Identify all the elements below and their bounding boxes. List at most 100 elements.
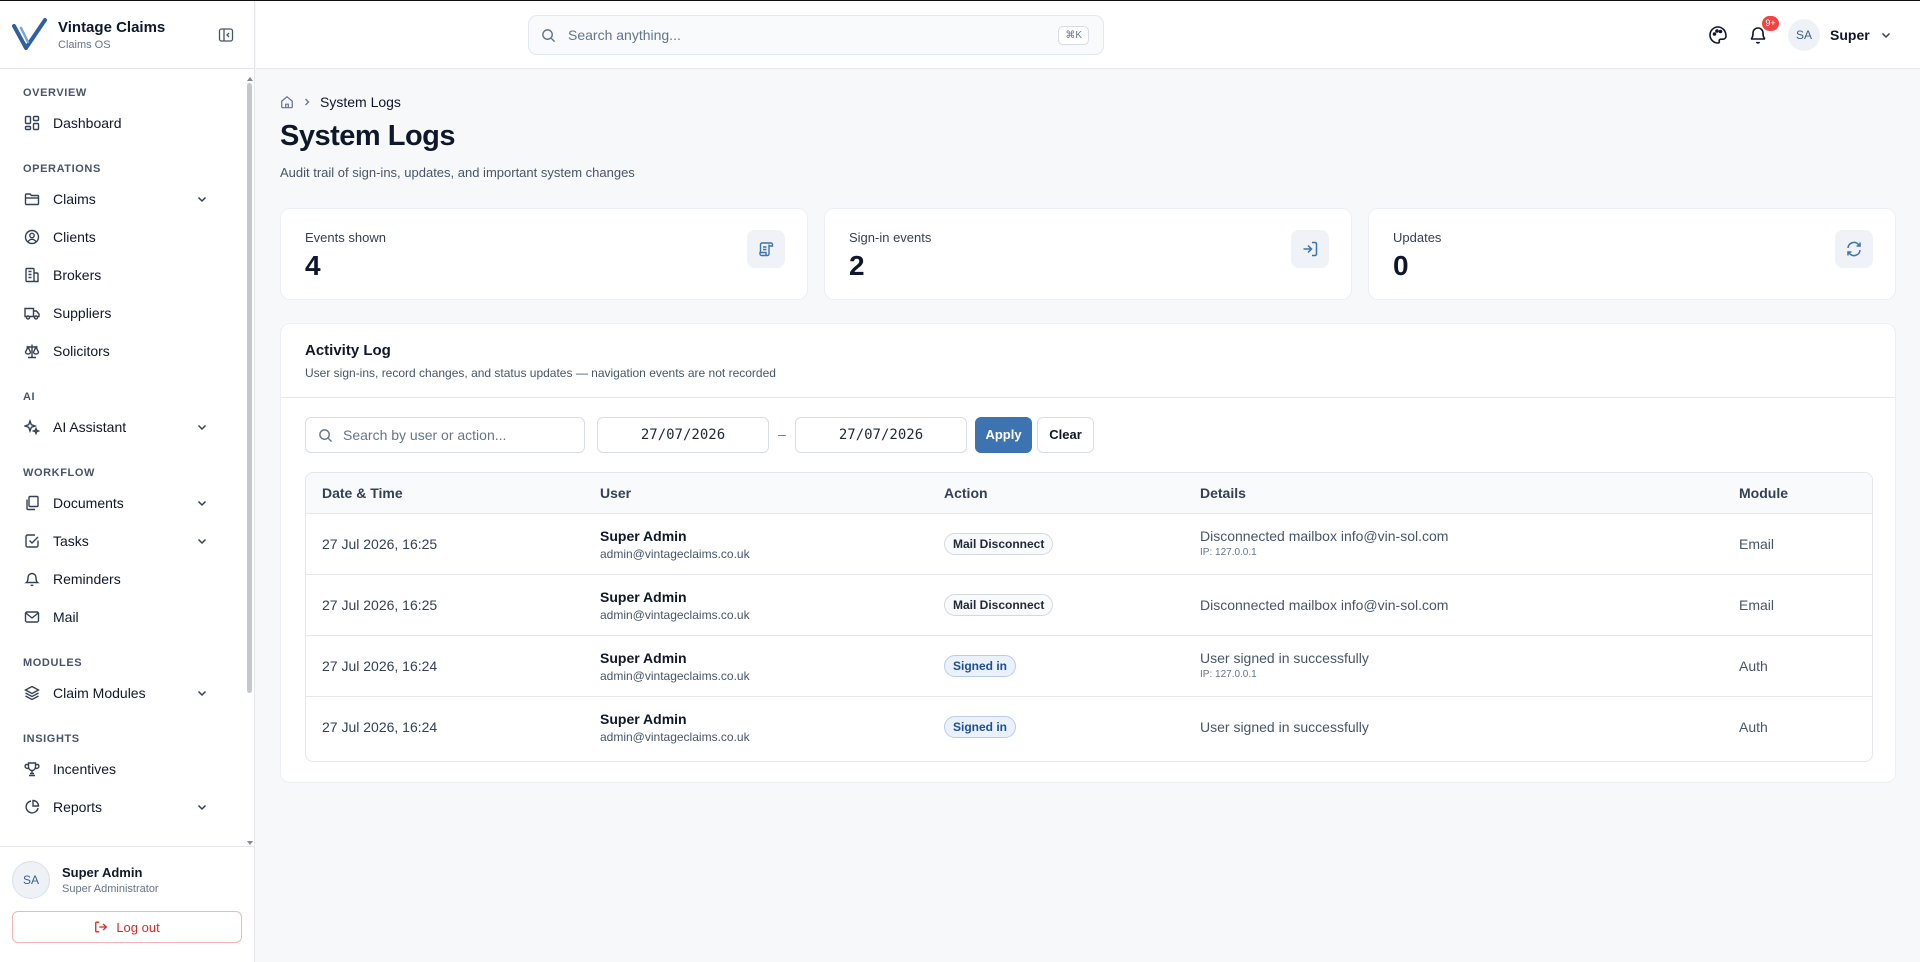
nav-section-insights: INSIGHTS: [23, 733, 80, 745]
sidebar-scrollbar[interactable]: [246, 77, 253, 845]
stat-label: Updates: [1393, 230, 1442, 245]
sidebar: Vintage Claims Claims OS OVERVIEW Dashbo…: [0, 1, 255, 962]
pie-chart-icon: [23, 798, 41, 816]
column-header-datetime[interactable]: Date & Time: [322, 485, 403, 501]
sparkles-icon: [23, 418, 41, 436]
brand[interactable]: Vintage Claims Claims OS: [0, 1, 254, 69]
apply-button[interactable]: Apply: [975, 417, 1032, 453]
sidebar-item-documents[interactable]: Documents: [0, 484, 244, 522]
home-icon[interactable]: [280, 95, 294, 109]
chevron-down-icon[interactable]: [196, 193, 208, 205]
log-search-input[interactable]: Search by user or action...: [305, 417, 585, 453]
page-title: System Logs: [280, 120, 456, 152]
collapse-sidebar-icon[interactable]: [218, 27, 234, 43]
search-icon: [542, 28, 556, 42]
action-badge: Mail Disconnect: [944, 594, 1054, 616]
cell-user-name: Super Admin: [600, 589, 687, 605]
stat-card-sign-in-events: Sign-in events 2: [824, 208, 1352, 300]
sidebar-nav: OVERVIEW Dashboard OPERATIONS Claims Cli…: [0, 70, 244, 845]
sidebar-item-label: Brokers: [53, 267, 102, 283]
table-row[interactable]: 27 Jul 2026, 16:25 Super Admin admin@vin…: [306, 575, 1872, 636]
cell-user: Super Admin admin@vintageclaims.co.uk: [600, 589, 750, 622]
sidebar-item-reports[interactable]: Reports: [0, 788, 244, 826]
cell-module: Email: [1739, 536, 1775, 552]
stat-label: Sign-in events: [849, 230, 932, 245]
sidebar-user[interactable]: SA Super Admin Super Administrator: [12, 861, 242, 899]
search-shortcut-badge: ⌘K: [1058, 26, 1089, 45]
stat-value: 4: [305, 250, 321, 281]
sidebar-item-label: Documents: [53, 495, 124, 511]
chevron-down-icon[interactable]: [196, 535, 208, 547]
sidebar-item-solicitors[interactable]: Solicitors: [0, 332, 244, 370]
chevron-down-icon[interactable]: [196, 801, 208, 813]
global-search-input[interactable]: Search anything... ⌘K: [528, 15, 1104, 55]
cell-datetime: 27 Jul 2026, 16:24: [322, 719, 438, 735]
date-range-separator: –: [778, 426, 786, 442]
building-icon: [23, 266, 41, 284]
sidebar-item-clients[interactable]: Clients: [0, 218, 244, 256]
table-row[interactable]: 27 Jul 2026, 16:24 Super Admin admin@vin…: [306, 697, 1872, 758]
clear-button[interactable]: Clear: [1037, 417, 1094, 453]
cell-user-name: Super Admin: [600, 711, 687, 727]
layers-icon: [23, 684, 41, 702]
cell-details-text: Disconnected mailbox info@vin-sol.com: [1200, 597, 1449, 613]
cell-details-ip: IP: 127.0.0.1: [1200, 669, 1257, 680]
breadcrumb-current: System Logs: [320, 94, 401, 110]
cell-user-name: Super Admin: [600, 650, 687, 666]
scroll-down-arrow[interactable]: [247, 841, 253, 845]
cell-user-name: Super Admin: [600, 528, 687, 544]
column-header-action[interactable]: Action: [944, 485, 988, 501]
table-row[interactable]: 27 Jul 2026, 16:25 Super Admin admin@vin…: [306, 514, 1872, 575]
cell-datetime: 27 Jul 2026, 16:24: [322, 658, 438, 674]
user-menu[interactable]: SA Super: [1788, 19, 1892, 51]
sidebar-item-brokers[interactable]: Brokers: [0, 256, 244, 294]
column-header-user[interactable]: User: [600, 485, 631, 501]
sidebar-item-reminders[interactable]: Reminders: [0, 560, 244, 598]
sidebar-item-claim-modules[interactable]: Claim Modules: [0, 674, 244, 712]
truck-icon: [23, 304, 41, 322]
cell-user-email: admin@vintageclaims.co.uk: [600, 608, 750, 622]
sidebar-user-panel: SA Super Admin Super Administrator Log o…: [0, 846, 254, 962]
sidebar-item-tasks[interactable]: Tasks: [0, 522, 244, 560]
cell-module: Email: [1739, 597, 1775, 613]
column-header-details[interactable]: Details: [1200, 485, 1246, 501]
table-row[interactable]: 27 Jul 2026, 16:24 Super Admin admin@vin…: [306, 636, 1872, 697]
sidebar-item-dashboard[interactable]: Dashboard: [0, 104, 244, 142]
refresh-icon: [1835, 230, 1873, 268]
nav-section-operations: OPERATIONS: [23, 163, 101, 175]
sidebar-item-mail[interactable]: Mail: [0, 598, 244, 636]
stat-value: 0: [1393, 250, 1409, 281]
sidebar-item-incentives[interactable]: Incentives: [0, 750, 244, 788]
activity-log-panel: Activity Log User sign-ins, record chang…: [280, 323, 1896, 783]
action-badge: Mail Disconnect: [944, 533, 1054, 555]
chevron-down-icon[interactable]: [196, 497, 208, 509]
nav-section-ai: AI: [23, 391, 36, 403]
chevron-down-icon[interactable]: [196, 421, 208, 433]
logout-button[interactable]: Log out: [12, 911, 242, 943]
cell-user-email: admin@vintageclaims.co.uk: [600, 730, 750, 744]
scroll-thumb[interactable]: [247, 83, 252, 693]
palette-icon[interactable]: [1708, 25, 1728, 45]
panel-subtitle: User sign-ins, record changes, and statu…: [305, 366, 776, 380]
log-search-placeholder: Search by user or action...: [343, 427, 507, 443]
date-from-field[interactable]: 27/07/2026: [597, 417, 769, 453]
sidebar-item-claims[interactable]: Claims: [0, 180, 244, 218]
scroll-up-arrow[interactable]: [247, 77, 253, 81]
column-header-module[interactable]: Module: [1739, 485, 1788, 501]
activity-log-table: Date & Time User Action Details Module 2…: [305, 472, 1873, 762]
nav-section-workflow: WORKFLOW: [23, 467, 96, 479]
avatar: SA: [12, 861, 50, 899]
date-to-field[interactable]: 27/07/2026: [795, 417, 967, 453]
sidebar-item-label: Claims: [53, 191, 96, 207]
chevron-right-icon: [305, 98, 310, 106]
chevron-down-icon: [1881, 32, 1890, 39]
breadcrumb: System Logs: [280, 94, 401, 110]
user-circle-icon: [23, 228, 41, 246]
cell-module: Auth: [1739, 658, 1768, 674]
notification-count-badge: 9+: [1762, 16, 1779, 31]
sidebar-item-ai-assistant[interactable]: AI Assistant: [0, 408, 244, 446]
chevron-down-icon[interactable]: [196, 687, 208, 699]
nav-section-overview: OVERVIEW: [23, 87, 87, 99]
scroll-icon: [747, 230, 785, 268]
sidebar-item-suppliers[interactable]: Suppliers: [0, 294, 244, 332]
